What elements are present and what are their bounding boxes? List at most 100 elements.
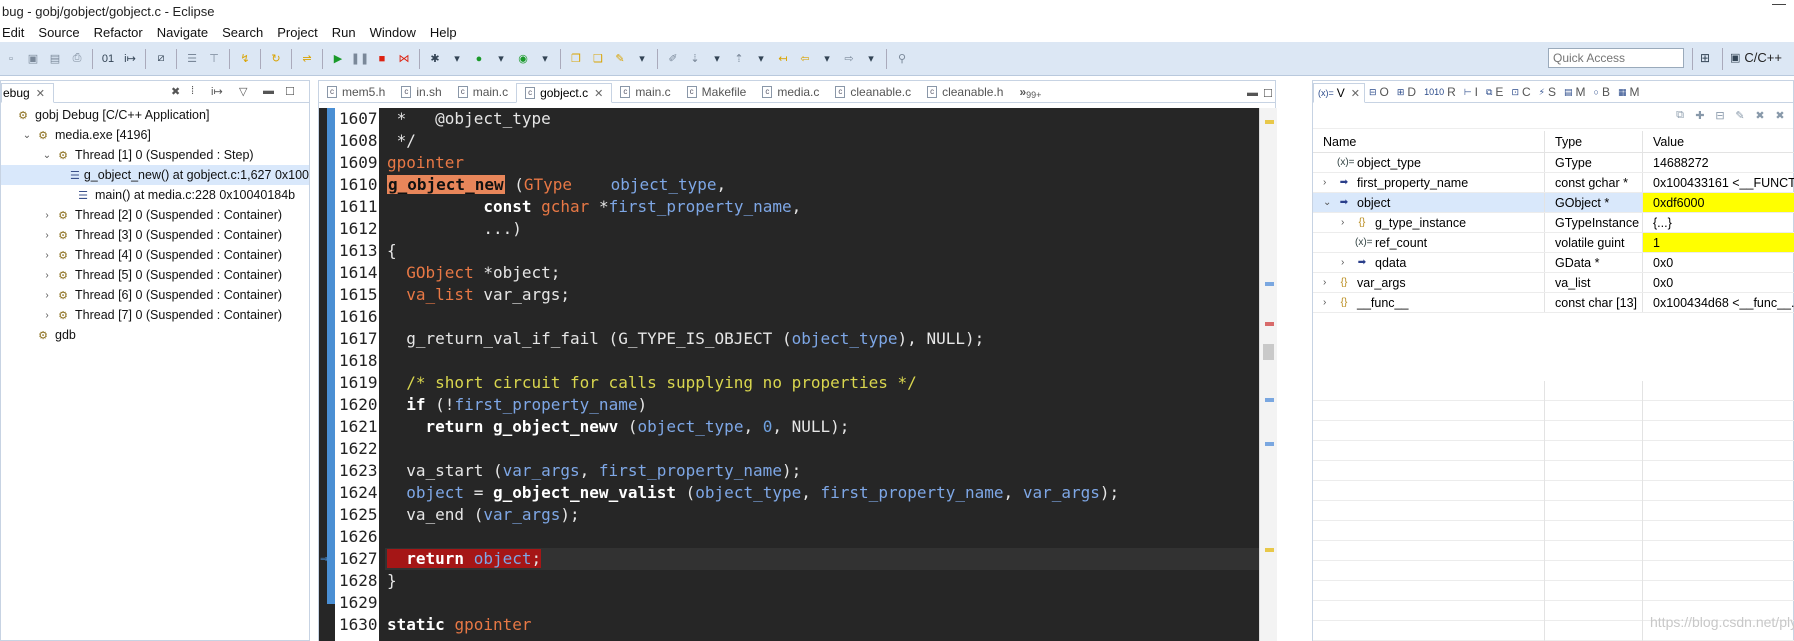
expand-toggle-icon[interactable]: › [41,290,53,301]
editor-text-area[interactable]: ⇒ 1607 1608 1609 1610 1611 1612 1613 1614 1615 16… [319,108,1259,641]
close-icon[interactable]: ✕ [594,87,603,100]
menu-source[interactable]: Source [31,25,86,40]
expand-toggle-icon[interactable]: › [41,230,53,241]
disconnect-icon[interactable]: ⋈ [396,51,412,67]
dropdown-icon[interactable]: ▾ [819,51,835,67]
last-edit-icon[interactable]: ↤ [775,51,791,67]
skip-breakpoints-icon[interactable]: ⧄ [153,51,169,67]
expand-toggle-icon[interactable]: ⌄ [41,150,53,161]
dropdown-icon[interactable]: ▾ [863,51,879,67]
show-type-names-icon[interactable]: ⧉ [1673,109,1687,123]
next-annotation-icon[interactable]: ⇣ [687,51,703,67]
remove-all-icon[interactable]: ✖ [1773,109,1787,123]
variable-value[interactable]: 0x0 [1643,273,1794,292]
debug-tree-item[interactable]: › ⚙ Thread [3] 0 (Suspended : Container) [1,225,309,245]
table-row[interactable]: (x)= object_type GType 14688272 [1313,153,1794,173]
name-column-header[interactable]: Name [1313,131,1545,152]
editor-tab[interactable]: c media.c [754,82,827,102]
suspend-icon[interactable]: ❚❚ [351,51,369,67]
quick-access-input[interactable] [1548,48,1684,68]
dropdown-icon[interactable]: ▾ [449,51,465,67]
collapse-all-icon[interactable]: ⊟ [1713,109,1727,123]
back-icon[interactable]: ⇦ [797,51,813,67]
minimize-icon[interactable]: ▬ [263,85,274,97]
table-row[interactable]: ›{} var_args va_list 0x0 [1313,273,1794,293]
minimize-icon[interactable]: ▬ [1247,87,1258,99]
minimize-window-icon[interactable] [1772,4,1786,5]
debug-icon[interactable]: ✱ [427,51,443,67]
view-menu-icon[interactable]: ⁞ [191,85,194,97]
variable-value[interactable]: 0x100434d68 <__func__.12 [1643,293,1794,312]
open-type-icon[interactable]: ✎ [612,51,628,67]
debug-tree-item[interactable]: ☰ g_object_new() at gobject.c:1,627 0x100 [1,165,309,185]
scrollbar-thumb[interactable] [1263,344,1274,360]
step-filter-icon[interactable]: ↯ [237,51,253,67]
expand-toggle-icon[interactable]: › [41,310,53,321]
expand-toggle-icon[interactable]: › [1323,297,1337,308]
new-folder-icon[interactable]: ❑ [590,51,606,67]
terminate-icon[interactable]: ■ [374,51,390,67]
debug-tree-item[interactable]: ⌄ ⚙ media.exe [4196] [1,125,309,145]
maximize-icon[interactable]: ☐ [285,85,295,98]
binary-icon[interactable]: 01 [100,51,116,67]
annotation-marker[interactable] [1265,120,1274,124]
annotation-marker[interactable] [1265,322,1274,326]
connect-icon[interactable]: ⇌ [299,51,315,67]
block-icon[interactable]: ⊤ [206,51,222,67]
editor-tab[interactable]: c Makefile [679,82,755,102]
editor-tab[interactable]: c cleanable.h [919,82,1011,102]
tab-debug[interactable]: ebug ✕ [1,83,54,103]
debug-tree-item[interactable]: ☰ main() at media.c:228 0x10040184b [1,185,309,205]
view-tab[interactable]: ⚡ S [1535,82,1560,102]
variable-value[interactable]: 1 [1643,233,1794,252]
table-row[interactable]: ⌄ ➡ object GObject * 0xdf6000 [1313,193,1794,213]
previous-annotation-icon[interactable]: ⇡ [731,51,747,67]
view-tab[interactable]: ⊟ O [1365,82,1393,102]
expand-toggle-icon[interactable]: › [1323,177,1337,188]
debug-tree-item[interactable]: ⚙ gdb [1,325,309,345]
editor-tab[interactable]: c in.sh [393,82,449,102]
dropdown-icon[interactable]: ▾ [493,51,509,67]
table-row[interactable]: (x)= ref_count volatile guint 1 [1313,233,1794,253]
save-all-icon[interactable]: ▤ [47,51,63,67]
view-tab[interactable]: ⊞ D [1393,82,1420,102]
open-folder-icon[interactable]: ❐ [568,51,584,67]
view-dropdown-icon[interactable]: ▽ [239,85,247,98]
align-icon[interactable]: ☰ [184,51,200,67]
close-icon[interactable]: ✕ [36,87,45,100]
table-row[interactable]: › ➡ first_property_name const gchar * 0x1004… [1313,173,1794,193]
print-icon[interactable]: ⎙ [69,51,85,67]
debug-tree-item[interactable]: › ⚙ Thread [7] 0 (Suspended : Container) [1,305,309,325]
annotation-marker[interactable] [1265,442,1274,446]
drop-to-frame-icon[interactable]: ↻ [268,51,284,67]
close-icon[interactable]: ✕ [1351,87,1360,100]
dropdown-icon[interactable]: ▾ [709,51,725,67]
edit-icon[interactable]: ✐ [665,51,681,67]
run-icon[interactable]: ● [471,51,487,67]
view-tab[interactable]: (x)= V ✕ [1313,83,1365,103]
variable-value[interactable]: 0x0 [1643,253,1794,272]
variable-value[interactable]: 0x100433161 <__FUNCTIO [1643,173,1794,192]
editor-tab[interactable]: c cleanable.c [827,82,919,102]
view-tab[interactable]: ▦ M [1614,82,1644,102]
expand-toggle-icon[interactable]: › [1341,217,1355,228]
table-row[interactable]: › ➡ qdata GData * 0x0 [1313,253,1794,273]
debug-tree-item[interactable]: › ⚙ Thread [2] 0 (Suspended : Container) [1,205,309,225]
view-tab[interactable]: 1010 R [1420,82,1460,102]
dropdown-icon[interactable]: ▾ [634,51,650,67]
pin-editor-icon[interactable]: ⚲ [894,51,910,67]
type-column-header[interactable]: Type [1545,131,1643,152]
menu-search[interactable]: Search [215,25,270,40]
step-into-icon[interactable]: i↦ [211,85,223,98]
editor-tab[interactable]: c mem5.h [319,82,393,102]
editor-tab[interactable]: c main.c [450,82,516,102]
expand-toggle-icon[interactable]: › [1341,257,1355,268]
table-row[interactable]: ›{} g_type_instance GTypeInstance {...} [1313,213,1794,233]
view-tab[interactable]: ▤ M [1560,82,1590,102]
remove-terminated-icon[interactable]: ✖ [171,85,180,98]
variable-value[interactable]: 0xdf6000 [1643,193,1794,212]
instruction-pointer-icon[interactable]: ⇒ [320,554,328,565]
external-tools-icon[interactable]: ◉ [515,51,531,67]
view-tab[interactable]: ⊡ C [1507,82,1534,102]
forward-icon[interactable]: ⇨ [841,51,857,67]
